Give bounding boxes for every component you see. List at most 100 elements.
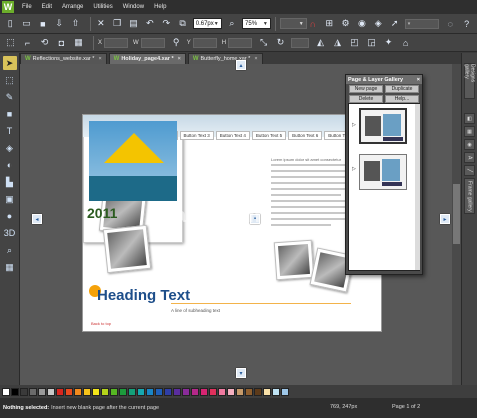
menu-help[interactable]: Help: [154, 4, 166, 10]
close-icon[interactable]: ×: [98, 56, 101, 62]
year-label[interactable]: 2011: [87, 205, 117, 221]
add-page-above-handle[interactable]: ▴: [236, 60, 246, 70]
options-icon[interactable]: ⚙: [339, 17, 351, 30]
selector-mode-icon[interactable]: ⬚: [4, 36, 17, 49]
expand-arrow-icon[interactable]: ▷: [352, 166, 356, 172]
color-swatch[interactable]: [173, 387, 181, 396]
new-page-button[interactable]: New page: [349, 85, 383, 93]
fill-icon[interactable]: ◘: [55, 36, 68, 49]
color-swatch[interactable]: [56, 387, 64, 396]
menu-utilities[interactable]: Utilities: [93, 4, 112, 10]
freehand-tool-icon[interactable]: ✎: [3, 90, 17, 104]
expand-arrow-icon[interactable]: ▷: [352, 122, 356, 128]
menu-window[interactable]: Window: [123, 4, 144, 10]
help-icon[interactable]: ?: [461, 17, 473, 30]
zoom-level-combo[interactable]: 75% ▼: [242, 18, 271, 29]
color-swatch[interactable]: [119, 387, 127, 396]
photo-frame[interactable]: [273, 239, 315, 281]
nav-button[interactable]: Button Text 4: [215, 131, 250, 140]
gallery-scrollbar[interactable]: [415, 104, 420, 270]
color-swatch[interactable]: [128, 387, 136, 396]
page-indicator[interactable]: Page 1 of 2: [392, 404, 420, 410]
transparency-tool-icon[interactable]: ◐: [3, 158, 17, 172]
tab-frame-gallery[interactable]: Frame gallery: [464, 178, 475, 214]
html-preview-icon[interactable]: ◈: [372, 17, 384, 30]
color-swatch[interactable]: [272, 387, 280, 396]
shape-tool-icon[interactable]: ■: [3, 107, 17, 121]
color-swatch[interactable]: [245, 387, 253, 396]
color-swatch[interactable]: [209, 387, 217, 396]
color-swatch[interactable]: [236, 387, 244, 396]
tag-icon[interactable]: ⌂: [399, 36, 412, 49]
color-swatch[interactable]: [191, 387, 199, 396]
table-icon[interactable]: ▦: [72, 36, 85, 49]
color-swatch[interactable]: [281, 387, 289, 396]
angle-field[interactable]: [291, 37, 310, 48]
font-icon[interactable]: A: [464, 152, 475, 163]
color-swatch[interactable]: [74, 387, 82, 396]
color-icon[interactable]: ◉: [464, 139, 475, 150]
color-swatch[interactable]: [110, 387, 118, 396]
save-icon[interactable]: ■: [37, 17, 49, 30]
redo-icon[interactable]: ↷: [160, 17, 172, 30]
color-swatch[interactable]: [164, 387, 172, 396]
scrollbar-thumb[interactable]: [453, 184, 460, 244]
3d-tool-icon[interactable]: 3D: [3, 226, 17, 240]
nav-button[interactable]: Button Text 6: [288, 131, 323, 140]
heading-text[interactable]: Heading Text: [97, 287, 190, 304]
line-width-combo[interactable]: ▼: [279, 18, 307, 29]
tab-butterfly[interactable]: W Butterfly_home.xar * ×: [187, 53, 263, 64]
color-swatch[interactable]: [83, 387, 91, 396]
flip-v-icon[interactable]: ◮: [331, 36, 344, 49]
bring-front-icon[interactable]: ◰: [348, 36, 361, 49]
w-field[interactable]: [140, 37, 165, 48]
vertical-scrollbar[interactable]: [452, 64, 461, 385]
layers-icon[interactable]: ◧: [464, 113, 475, 124]
text-tool-icon[interactable]: T: [3, 124, 17, 138]
rotate-icon[interactable]: ↻: [274, 36, 287, 49]
fill-tool-icon[interactable]: ◈: [3, 141, 17, 155]
color-swatch[interactable]: [47, 387, 55, 396]
new-document-icon[interactable]: ▯: [4, 17, 16, 30]
selector-tool-icon[interactable]: ➤: [2, 56, 17, 70]
photo-frame[interactable]: [102, 224, 152, 274]
send-back-icon[interactable]: ◲: [365, 36, 378, 49]
color-swatch[interactable]: [218, 387, 226, 396]
line-icon[interactable]: ╱: [464, 165, 475, 176]
cut-icon[interactable]: ✕: [95, 17, 107, 30]
undo-icon[interactable]: ↶: [144, 17, 156, 30]
bounds-icon[interactable]: ⟲: [38, 36, 51, 49]
nav-button[interactable]: Button Text 3: [179, 131, 214, 140]
bevel-tool-icon[interactable]: ▣: [3, 192, 17, 206]
grid-icon[interactable]: ⊞: [323, 17, 335, 30]
open-folder-icon[interactable]: ▭: [20, 17, 32, 30]
copy-icon[interactable]: ❐: [111, 17, 123, 30]
menu-arrange[interactable]: Arrange: [62, 4, 83, 10]
duplicate-button[interactable]: Duplicate: [385, 85, 419, 93]
color-swatch[interactable]: [11, 387, 19, 396]
contour-tool-icon[interactable]: ⬚: [3, 73, 17, 87]
scale-icon[interactable]: ⤡: [257, 36, 270, 49]
y-field[interactable]: [192, 37, 217, 48]
shadow-tool-icon[interactable]: ▙: [3, 175, 17, 189]
delete-button[interactable]: Delete: [349, 95, 383, 103]
page-thumbnail-1[interactable]: [359, 108, 407, 144]
bitmap-icon[interactable]: ▦: [464, 126, 475, 137]
color-swatch[interactable]: [254, 387, 262, 396]
lock-aspect-icon[interactable]: ⚲: [170, 36, 183, 49]
menu-file[interactable]: File: [22, 4, 32, 10]
flip-h-icon[interactable]: ◭: [314, 36, 327, 49]
color-swatch[interactable]: [29, 387, 37, 396]
gallery-titlebar[interactable]: Page & Layer Gallery ×: [346, 75, 422, 84]
blend-tool-icon[interactable]: ●: [3, 209, 17, 223]
zoom-step-combo[interactable]: 0.67px ▼: [192, 18, 222, 29]
color-swatch[interactable]: [65, 387, 73, 396]
zoom-tool-icon[interactable]: ⌕: [3, 243, 17, 257]
rotate-handles-icon[interactable]: ⌐: [21, 36, 34, 49]
tab-reflections[interactable]: W Reflections_website.xar * ×: [20, 53, 107, 64]
import-icon[interactable]: ⇩: [53, 17, 65, 30]
preview-icon[interactable]: ◉: [356, 17, 368, 30]
footer-link[interactable]: Back to top: [91, 321, 111, 326]
add-page-right-handle[interactable]: ▸: [440, 214, 450, 224]
add-page-left-handle[interactable]: ◂: [32, 214, 42, 224]
